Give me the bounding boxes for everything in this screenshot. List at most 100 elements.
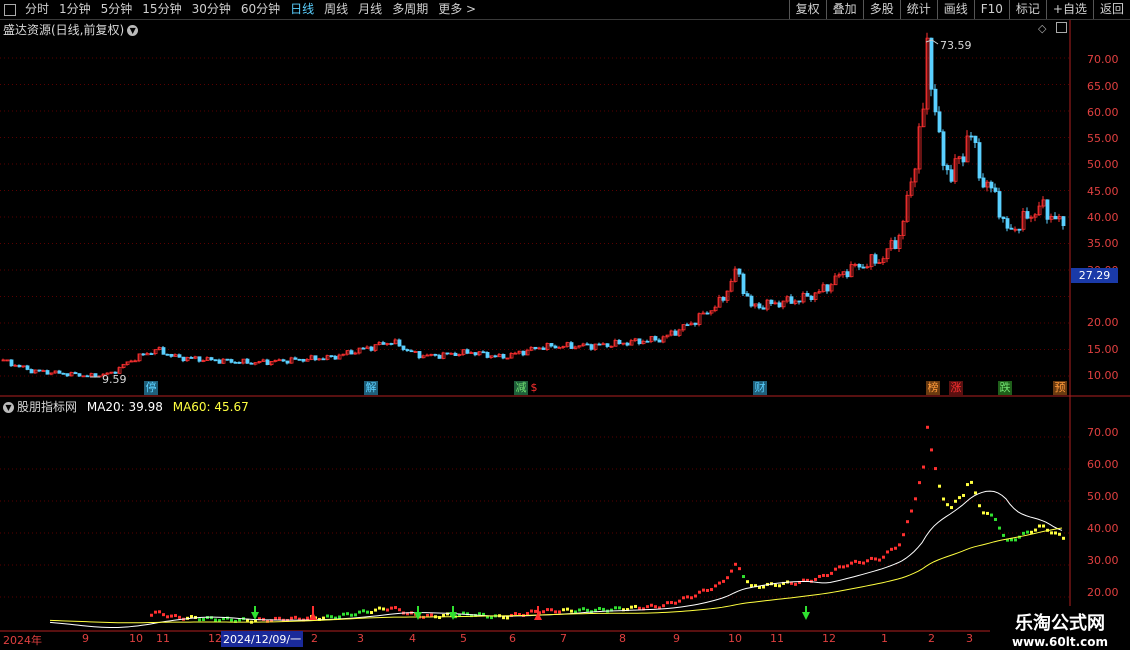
candle-body	[1009, 227, 1014, 230]
y-tick: 65.00	[1087, 80, 1119, 93]
x-label: 2	[928, 632, 935, 645]
candle-body	[409, 350, 414, 353]
candle-body	[941, 131, 946, 166]
indicator-block	[958, 496, 961, 500]
x-label: 1	[881, 632, 888, 645]
indicator-block	[278, 616, 281, 620]
candle-body	[37, 369, 42, 372]
candle-body	[405, 349, 410, 352]
indicator-block	[174, 614, 177, 618]
indicator-block	[970, 480, 973, 484]
indicator-block	[694, 594, 697, 598]
candle-body	[397, 339, 402, 347]
event-up-marker[interactable]: 涨	[949, 381, 963, 395]
chevron-down-icon[interactable]: ▼	[127, 25, 139, 36]
candle-body	[361, 347, 366, 350]
indicator-block	[938, 484, 941, 488]
indicator-block	[894, 546, 897, 550]
indicator-block	[858, 560, 861, 564]
candle-body	[437, 354, 442, 359]
candle-body	[237, 361, 242, 364]
panel-maximize-icon[interactable]	[1056, 22, 1067, 33]
candle-body	[797, 300, 802, 303]
candle-body	[265, 359, 270, 365]
indicator-block	[906, 520, 909, 524]
event-suspend-marker[interactable]: 停	[144, 381, 158, 395]
indicator-block	[1054, 531, 1057, 535]
candle-body	[961, 156, 966, 163]
candle-body	[993, 187, 998, 192]
event-finance-marker[interactable]: 财	[753, 381, 767, 395]
indicator-block	[698, 590, 701, 594]
candle-body	[57, 370, 62, 374]
indicator-block	[994, 517, 997, 521]
indicator-block	[846, 564, 849, 568]
indicator-block	[306, 616, 309, 620]
price-chart-canvas[interactable]	[0, 0, 1130, 650]
indicator-block	[690, 596, 693, 600]
indicator-block	[1026, 530, 1029, 534]
indicator-block	[890, 547, 893, 551]
candle-body	[213, 359, 218, 362]
event-dividend-marker[interactable]: $	[529, 381, 539, 395]
indicator-block	[190, 615, 193, 619]
indicator-block	[598, 606, 601, 610]
candle-body	[737, 268, 742, 275]
indicator-block	[362, 609, 365, 613]
candle-body	[501, 353, 506, 359]
candle-body	[973, 135, 978, 143]
chevron-down-icon[interactable]: ▼	[3, 402, 14, 413]
event-reduce-marker[interactable]: 减	[514, 381, 528, 395]
y-tick: 20.00	[1087, 316, 1119, 329]
candle-body	[65, 373, 70, 377]
y-tick: 45.00	[1087, 185, 1119, 198]
indicator-block	[882, 555, 885, 559]
candle-body	[597, 343, 602, 346]
y-tick: 50.00	[1087, 158, 1119, 171]
candle-body	[845, 271, 850, 278]
candle-body	[989, 181, 994, 189]
diamond-icon[interactable]: ◇	[1038, 22, 1046, 35]
indicator-block	[490, 616, 493, 620]
indicator-name: 股朋指标网	[17, 400, 78, 414]
indicator-block	[930, 448, 933, 452]
indicator-block	[702, 588, 705, 592]
candle-body	[77, 373, 82, 377]
candle-body	[937, 111, 942, 133]
stock-title: 盛达资源(日线,前复权)	[3, 23, 125, 37]
indicator-block	[150, 613, 153, 617]
event-forecast-marker[interactable]: 预	[1053, 381, 1067, 395]
indicator-block	[534, 609, 537, 613]
candle-body	[225, 358, 230, 361]
candle-body	[197, 356, 202, 362]
candle-body	[281, 359, 286, 362]
candle-body	[757, 303, 762, 309]
indicator-block	[630, 605, 633, 609]
candle-body	[857, 263, 862, 268]
event-ranking-marker[interactable]: 榜	[926, 381, 940, 395]
indicator-block	[918, 481, 921, 485]
y-tick: 50.00	[1087, 490, 1119, 503]
candle-body	[297, 358, 302, 361]
event-label: 停	[145, 381, 157, 394]
event-down-marker[interactable]: 跌	[998, 381, 1012, 395]
x-label: 11	[156, 632, 170, 645]
indicator-block	[1034, 528, 1037, 532]
y-tick: 10.00	[1087, 369, 1119, 382]
indicator-block	[398, 608, 401, 612]
event-unlock-marker[interactable]: 解	[364, 381, 378, 395]
candle-body	[929, 37, 934, 90]
indicator-block	[1014, 538, 1017, 542]
indicator-block	[870, 556, 873, 560]
candle-body	[445, 352, 450, 355]
candle-body	[745, 293, 750, 297]
indicator-block	[382, 607, 385, 611]
candle-body	[981, 177, 986, 188]
indicator-block	[862, 561, 865, 565]
indicator-block	[734, 562, 737, 566]
indicator-block	[950, 506, 953, 510]
candle-body	[893, 240, 898, 249]
indicator-block	[202, 618, 205, 622]
candle-body	[933, 88, 938, 113]
candle-body	[625, 342, 630, 346]
